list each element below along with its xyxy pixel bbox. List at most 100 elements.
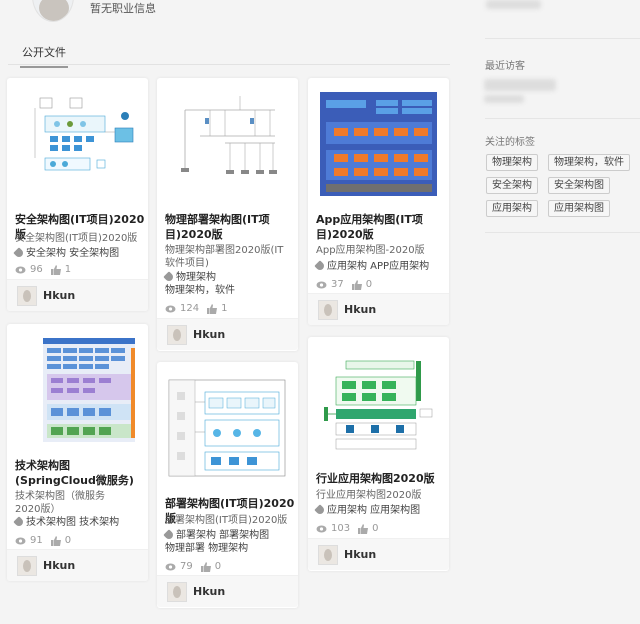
sidebar-divider [485,38,640,39]
view-count: 37 [331,279,344,290]
card-description: 行业应用架构图2020版 [316,490,422,501]
author-avatar[interactable] [167,325,187,345]
card-stats: 37 0 [316,279,372,290]
card-title[interactable]: 技术架构图(SpringCloud微服务) [15,458,145,488]
tag-link[interactable]: 物理架构 [176,272,216,283]
card-stats: 124 1 [165,303,227,314]
author-name[interactable]: Hkun [193,328,225,341]
card-tags: 物理架构 [163,271,216,284]
tag-icon [163,529,175,541]
blurred-username [486,0,541,9]
tag-icon [13,516,25,528]
tag-link[interactable]: 应用架构 APP应用架构 [327,261,429,272]
blurred-visitors [484,79,556,91]
card-tags: 应用架构 APP应用架构 [314,260,429,273]
card-description: 安全架构图(IT项目)2020版 [15,233,138,244]
author-avatar[interactable] [17,286,37,306]
card-tags: 应用架构 应用架构图 [314,504,420,517]
card-title[interactable]: 物理部署架构图(IT项目)2020版 [165,212,290,242]
card-description: 物理架构部署图2020版(IT软件项目) [165,245,284,269]
card-thumbnail[interactable] [15,88,140,180]
thumbs-up-icon[interactable] [207,303,218,314]
author-name[interactable]: Hkun [43,559,75,572]
card-footer: Hkun [308,538,449,570]
followed-tag[interactable]: 物理架构，软件 [548,154,630,171]
card-footer: Hkun [157,575,298,607]
author-name[interactable]: Hkun [344,548,376,561]
like-count: 0 [365,279,373,290]
card-tags: 安全架构 安全架构图 [13,247,119,260]
like-count: 1 [64,264,72,275]
card-description: 技术架构图（微服务2020版） [15,491,105,515]
like-count: 0 [64,535,72,546]
thumbs-up-icon[interactable] [50,535,61,546]
tag-icon [13,247,25,259]
file-card[interactable]: 技术架构图(SpringCloud微服务) 技术架构图（微服务2020版） 技术… [7,324,148,581]
file-card[interactable]: 物理部署架构图(IT项目)2020版 物理架构部署图2020版(IT软件项目) … [157,78,298,351]
view-count: 96 [30,264,43,275]
author-avatar[interactable] [167,582,187,602]
card-thumbnail[interactable] [165,372,290,482]
profile-avatar[interactable] [32,0,74,22]
like-count: 0 [214,561,222,572]
tag-link[interactable]: 物理部署 物理架构 [165,543,248,554]
blurred-visitors [484,95,524,103]
card-thumbnail[interactable] [316,88,441,198]
file-card[interactable]: App应用架构图(IT项目)2020版 App应用架构图-2020版 应用架构 … [308,78,449,325]
view-count: 91 [30,535,43,546]
job-info: 暂无职业信息 [90,2,156,15]
tag-link[interactable]: 应用架构 应用架构图 [327,505,420,516]
view-count: 124 [180,303,200,314]
author-name[interactable]: Hkun [344,303,376,316]
card-footer: Hkun [7,549,148,581]
tag-link[interactable]: 物理架构，软件 [165,285,235,296]
card-footer: Hkun [157,318,298,350]
card-tags: 技术架构图 技术架构 [13,516,119,529]
card-tags-line2: 物理架构，软件 [165,284,235,297]
card-thumbnail[interactable] [165,88,290,188]
profile-page: 暂无职业信息 公开文件 安全架构图(IT项目)2020版 安全架构图(IT项目)… [0,0,640,624]
tag-icon [163,271,175,283]
tag-icon [314,260,326,272]
card-stats: 103 0 [316,523,378,534]
card-tags-line2: 物理部署 物理架构 [165,542,248,555]
tag-link[interactable]: 部署架构 部署架构图 [176,530,269,541]
file-card[interactable]: 安全架构图(IT项目)2020版 安全架构图(IT项目)2020版 安全架构 安… [7,78,148,311]
tag-link[interactable]: 技术架构图 技术架构 [26,517,119,528]
eye-icon [15,266,26,273]
file-card[interactable]: 部署架构图(IT项目)2020版 部署架构图(IT项目)2020版 部署架构 部… [157,362,298,608]
card-title[interactable]: 行业应用架构图2020版 [316,471,446,486]
card-title[interactable]: App应用架构图(IT项目)2020版 [316,212,426,242]
file-card[interactable]: 行业应用架构图2020版 行业应用架构图2020版 应用架构 应用架构图 103… [308,337,449,571]
card-stats: 79 0 [165,561,221,572]
card-tags: 部署架构 部署架构图 [163,529,269,542]
followed-tags-title: 关注的标签 [485,137,535,148]
author-name[interactable]: Hkun [193,585,225,598]
followed-tag[interactable]: 应用架构 [486,200,538,217]
author-avatar[interactable] [318,545,338,565]
tab-divider [8,64,450,65]
thumbs-up-icon[interactable] [200,561,211,572]
view-count: 79 [180,561,193,572]
card-stats: 91 0 [15,535,71,546]
followed-tag[interactable]: 物理架构 [486,154,538,171]
like-count: 1 [221,303,228,314]
followed-tag[interactable]: 安全架构 [486,177,538,194]
tag-icon [314,504,326,516]
author-avatar[interactable] [17,556,37,576]
eye-icon [316,281,327,288]
card-description: 部署架构图(IT项目)2020版 [165,515,288,526]
author-avatar[interactable] [318,300,338,320]
thumbs-up-icon[interactable] [358,523,369,534]
card-stats: 96 1 [15,264,71,275]
like-count: 0 [372,523,379,534]
followed-tag[interactable]: 应用架构图 [548,200,610,217]
thumbs-up-icon[interactable] [351,279,362,290]
followed-tag[interactable]: 安全架构图 [548,177,610,194]
card-thumbnail[interactable] [316,347,441,457]
tag-link[interactable]: 安全架构 安全架构图 [26,248,119,259]
view-count: 103 [331,523,351,534]
card-thumbnail[interactable] [15,334,140,449]
author-name[interactable]: Hkun [43,289,75,302]
thumbs-up-icon[interactable] [50,264,61,275]
